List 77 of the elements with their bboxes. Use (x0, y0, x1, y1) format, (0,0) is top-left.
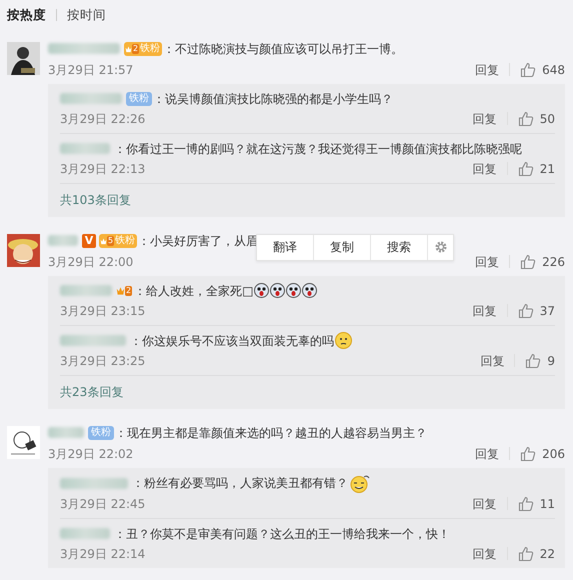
menu-item[interactable]: 翻译 (257, 234, 314, 260)
avatar (7, 42, 40, 75)
thumbs-up-icon (518, 546, 534, 562)
comment-text: ：现在男主都是靠颜值来选的吗？越丑的人越容易当男主？ (115, 424, 427, 442)
menu-item[interactable]: 搜索 (371, 234, 428, 260)
dog-emoji-icon (254, 283, 270, 298)
like-count: 648 (542, 62, 565, 78)
blurred-username (60, 285, 112, 296)
sort-tab[interactable]: 按热度 (7, 6, 46, 25)
verified-badge: V (82, 234, 96, 248)
blurred-username (60, 478, 128, 489)
comment-text: ：不过陈晓演技与颜值应该可以吊打王一博。 (163, 40, 404, 58)
like-count: 50 (540, 110, 555, 127)
like-count: 11 (540, 496, 555, 512)
thumbs-up-icon (520, 254, 536, 270)
like-count: 206 (542, 446, 565, 462)
avatar (7, 426, 40, 459)
reply-link[interactable]: 回复 (480, 352, 504, 369)
reply-link[interactable]: 回复 (472, 160, 497, 177)
comment-text: ：粉丝有必要骂吗，人家说美丑都有错？ (132, 475, 348, 492)
like-count: 9 (547, 352, 555, 369)
reply-link[interactable]: 回复 (472, 302, 497, 319)
like-count: 37 (540, 302, 555, 319)
dizzy-emoji-icon (349, 474, 371, 493)
fan-badge: 2 铁粉 (124, 42, 162, 56)
timestamp: 3月29日 22:14 (60, 546, 146, 562)
menu-item[interactable]: 复制 (314, 234, 371, 260)
blurred-username (60, 528, 110, 540)
like-count: 21 (540, 160, 555, 177)
timestamp: 3月29日 22:13 (60, 160, 146, 177)
thumbs-up-icon (518, 302, 534, 319)
more-replies-link[interactable]: 共23条回复 (60, 376, 555, 409)
reply-link[interactable]: 回复 (472, 546, 497, 562)
timestamp: 3月29日 22:45 (60, 496, 146, 512)
timestamp: 3月29日 22:26 (60, 110, 146, 127)
more-replies-link[interactable]: 共103条回复 (60, 184, 555, 217)
gear-icon (434, 240, 448, 254)
blurred-username (48, 427, 84, 438)
like-count: 226 (542, 254, 565, 270)
fan-badge: 铁粉 (126, 92, 152, 106)
timestamp: 3月29日 21:57 (48, 62, 134, 78)
timestamp: 3月29日 22:02 (48, 446, 134, 462)
thumbs-up-icon (520, 62, 536, 78)
settings-button[interactable] (428, 234, 453, 260)
avatar (7, 234, 40, 267)
thumbs-up-icon (518, 496, 534, 512)
level-badge: 2 (116, 284, 134, 298)
reply-link[interactable]: 回复 (472, 110, 497, 127)
timestamp: 3月29日 23:15 (60, 302, 146, 319)
dog-emoji-icon (270, 283, 286, 298)
blurred-username (60, 143, 110, 154)
thinking-emoji-icon (335, 332, 352, 350)
comment-text: ：你看过王一博的剧吗？就在这污蔑？我还觉得王一博颜值演技都比陈晓强呢 (114, 140, 522, 158)
like-count: 22 (540, 546, 555, 562)
comment-text: ：说吴博颜值演技比陈晓强的都是小学生吗？ (153, 90, 393, 108)
reply-link[interactable]: 回复 (475, 446, 500, 462)
dog-emoji-icon (302, 283, 318, 298)
fan-badge: 5 铁粉 (99, 234, 138, 248)
thumbs-up-icon (518, 160, 534, 177)
blurred-username (48, 235, 78, 246)
blurred-username (48, 43, 120, 54)
reply-link[interactable]: 回复 (472, 496, 497, 512)
comment-text: ：丑？你莫不是审美有问题？这么丑的王一博给我来一个，快！ (114, 526, 450, 543)
thumbs-up-icon (525, 352, 542, 369)
reply-link[interactable]: 回复 (475, 254, 500, 270)
thumbs-up-icon (518, 110, 534, 127)
thumbs-up-icon (520, 446, 536, 462)
comment-text: ：你这娱乐号不应该当双面装无辜的吗 (130, 332, 334, 350)
blurred-username (60, 335, 126, 346)
reply-link[interactable]: 回复 (475, 62, 500, 78)
timestamp: 3月29日 23:25 (60, 352, 146, 369)
fan-badge: 铁粉 (88, 426, 114, 440)
blurred-username (60, 93, 122, 104)
comment-text: ：给人改姓，全家死□ (134, 282, 254, 300)
sort-tab[interactable]: 按时间 (67, 6, 106, 25)
timestamp: 3月29日 22:00 (48, 254, 134, 270)
dog-emoji-icon (286, 283, 302, 298)
